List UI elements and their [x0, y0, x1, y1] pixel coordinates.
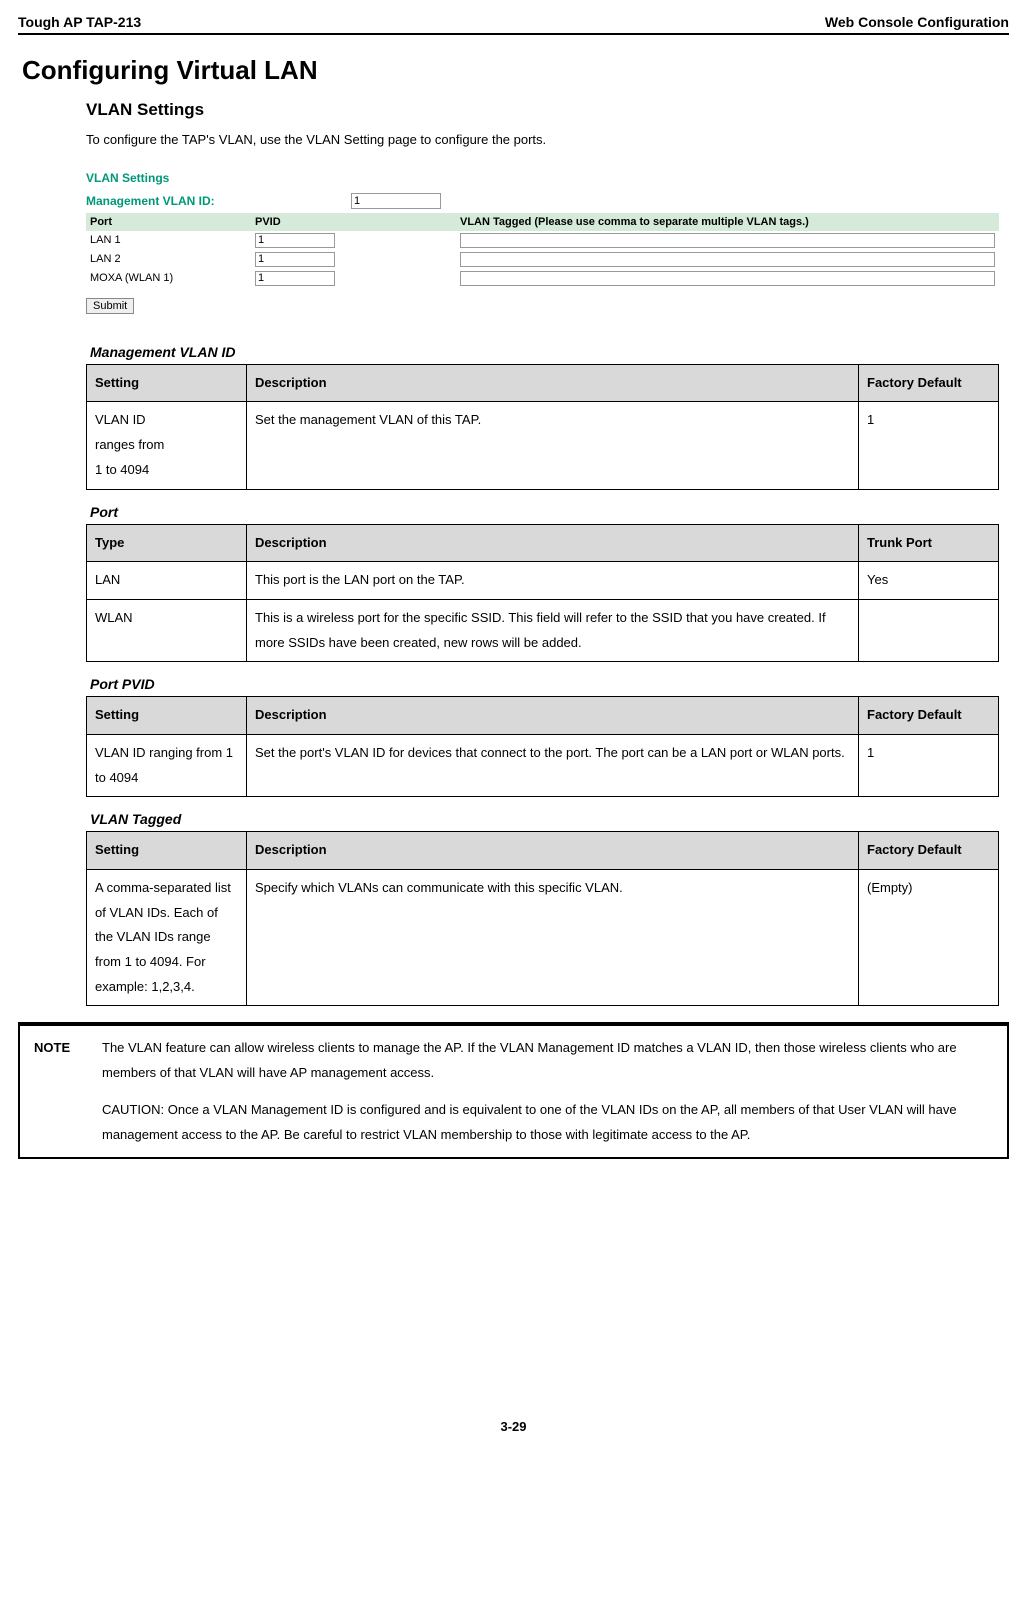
pvid-input[interactable]: [255, 271, 335, 286]
section-subtitle: VLAN Settings: [86, 100, 999, 120]
table-row: VLAN ID ranging from 1 to 4094Set the po…: [87, 734, 999, 796]
hdr-port: Port: [90, 216, 255, 228]
table-header-cell: Description: [247, 832, 859, 870]
vlan-settings-screenshot: VLAN Settings Management VLAN ID: Port P…: [86, 171, 999, 314]
submit-button[interactable]: Submit: [86, 298, 134, 314]
table-cell: A comma-separated list of VLAN IDs. Each…: [87, 870, 247, 1006]
table-header-cell: Setting: [87, 832, 247, 870]
param-table: TypeDescriptionTrunk PortLANThis port is…: [86, 524, 999, 663]
table-row: LANThis port is the LAN port on the TAP.…: [87, 562, 999, 600]
page-title: Configuring Virtual LAN: [22, 55, 1009, 86]
note-label: NOTE: [34, 1036, 84, 1147]
header-right: Web Console Configuration: [825, 14, 1009, 30]
table-header-cell: Description: [247, 697, 859, 735]
table-cell: [859, 599, 999, 661]
table-cell: This port is the LAN port on the TAP.: [247, 562, 859, 600]
param-section-title: Management VLAN ID: [90, 344, 999, 360]
port-label: MOXA (WLAN 1): [90, 272, 255, 284]
table-header-cell: Factory Default: [859, 832, 999, 870]
table-cell: Set the port's VLAN ID for devices that …: [247, 734, 859, 796]
table-cell: WLAN: [87, 599, 247, 661]
table-row: MOXA (WLAN 1): [86, 269, 999, 288]
table-header-cell: Setting: [87, 697, 247, 735]
page-header: Tough AP TAP-213 Web Console Configurati…: [18, 14, 1009, 35]
tagged-input[interactable]: [460, 252, 995, 267]
table-cell: (Empty): [859, 870, 999, 1006]
table-row: A comma-separated list of VLAN IDs. Each…: [87, 870, 999, 1006]
pvid-input[interactable]: [255, 252, 335, 267]
table-cell: VLAN IDranges from1 to 4094: [87, 402, 247, 489]
table-header-cell: Trunk Port: [859, 524, 999, 562]
mgmt-vlan-input[interactable]: [351, 193, 441, 209]
param-section-title: VLAN Tagged: [90, 811, 999, 827]
table-cell: VLAN ID ranging from 1 to 4094: [87, 734, 247, 796]
port-label: LAN 1: [90, 234, 255, 246]
intro-text: To configure the TAP's VLAN, use the VLA…: [86, 130, 999, 151]
table-cell: LAN: [87, 562, 247, 600]
param-section-title: Port: [90, 504, 999, 520]
table-row: LAN 2: [86, 250, 999, 269]
pvid-input[interactable]: [255, 233, 335, 248]
table-cell: Specify which VLANs can communicate with…: [247, 870, 859, 1006]
table-row: WLANThis is a wireless port for the spec…: [87, 599, 999, 661]
table-cell: 1: [859, 402, 999, 489]
port-label: LAN 2: [90, 253, 255, 265]
param-section-title: Port PVID: [90, 676, 999, 692]
table-row: LAN 1: [86, 231, 999, 250]
param-table: SettingDescriptionFactory Default A comma…: [86, 831, 999, 1006]
note-text: The VLAN feature can allow wireless clie…: [102, 1036, 993, 1147]
mgmt-vlan-label: Management VLAN ID:: [86, 191, 351, 211]
note-box: NOTE The VLAN feature can allow wireless…: [18, 1022, 1009, 1159]
table-header-cell: Setting: [87, 364, 247, 402]
page-number: 3-29: [18, 1419, 1009, 1434]
table-header-cell: Description: [247, 524, 859, 562]
table-header-cell: Type: [87, 524, 247, 562]
ss-title: VLAN Settings: [86, 171, 999, 185]
table-cell: 1: [859, 734, 999, 796]
note-paragraph: CAUTION: Once a VLAN Management ID is co…: [102, 1098, 993, 1147]
table-cell: Yes: [859, 562, 999, 600]
table-header-cell: Factory Default: [859, 697, 999, 735]
table-row: VLAN IDranges from1 to 4094Set the manag…: [87, 402, 999, 489]
param-table: SettingDescriptionFactory DefaultVLAN ID…: [86, 696, 999, 797]
param-table: SettingDescriptionFactory DefaultVLAN ID…: [86, 364, 999, 490]
table-cell: Set the management VLAN of this TAP.: [247, 402, 859, 489]
ss-table-header: Port PVID VLAN Tagged (Please use comma …: [86, 213, 999, 231]
table-cell: This is a wireless port for the specific…: [247, 599, 859, 661]
note-paragraph: The VLAN feature can allow wireless clie…: [102, 1036, 993, 1085]
header-left: Tough AP TAP-213: [18, 14, 141, 30]
table-header-cell: Description: [247, 364, 859, 402]
tagged-input[interactable]: [460, 271, 995, 286]
hdr-tagged: VLAN Tagged (Please use comma to separat…: [460, 216, 995, 228]
tagged-input[interactable]: [460, 233, 995, 248]
table-header-cell: Factory Default: [859, 364, 999, 402]
hdr-pvid: PVID: [255, 216, 460, 228]
